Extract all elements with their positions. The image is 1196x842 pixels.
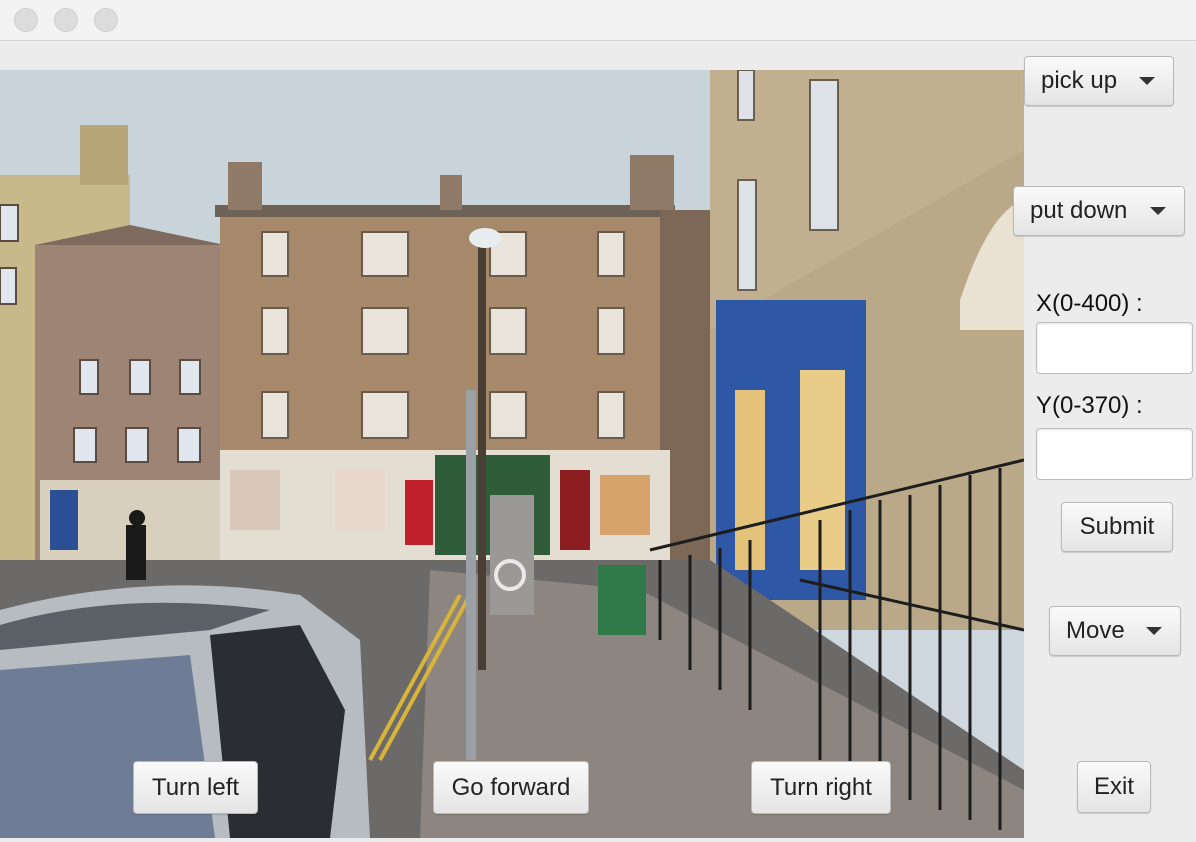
pick-up-label: pick up	[1041, 67, 1118, 94]
chevron-down-icon	[1139, 77, 1155, 85]
exit-button[interactable]: Exit	[1077, 761, 1151, 813]
put-down-dropdown[interactable]: put down	[1013, 186, 1185, 236]
move-dropdown[interactable]: Move	[1049, 606, 1181, 656]
put-down-label: put down	[1030, 197, 1128, 224]
zoom-window-button[interactable]	[94, 8, 118, 32]
chevron-down-icon	[1150, 207, 1166, 215]
x-coordinate-input[interactable]	[1036, 322, 1193, 374]
turn-right-button[interactable]: Turn right	[751, 761, 891, 814]
x-coordinate-label: X(0-400) :	[1036, 290, 1143, 317]
close-window-button[interactable]	[14, 8, 38, 32]
pick-up-dropdown[interactable]: pick up	[1024, 56, 1174, 106]
street-scene-picture	[0, 70, 1024, 838]
submit-button[interactable]: Submit	[1061, 502, 1173, 552]
turn-left-button[interactable]: Turn left	[133, 761, 258, 814]
chevron-down-icon	[1146, 627, 1162, 635]
y-coordinate-input[interactable]	[1036, 428, 1193, 480]
y-coordinate-label: Y(0-370) :	[1036, 392, 1143, 419]
street-view-image[interactable]	[0, 70, 1024, 838]
go-forward-button[interactable]: Go forward	[433, 761, 589, 814]
minimize-window-button[interactable]	[54, 8, 78, 32]
window-titlebar	[0, 0, 1196, 41]
move-label: Move	[1066, 617, 1125, 644]
